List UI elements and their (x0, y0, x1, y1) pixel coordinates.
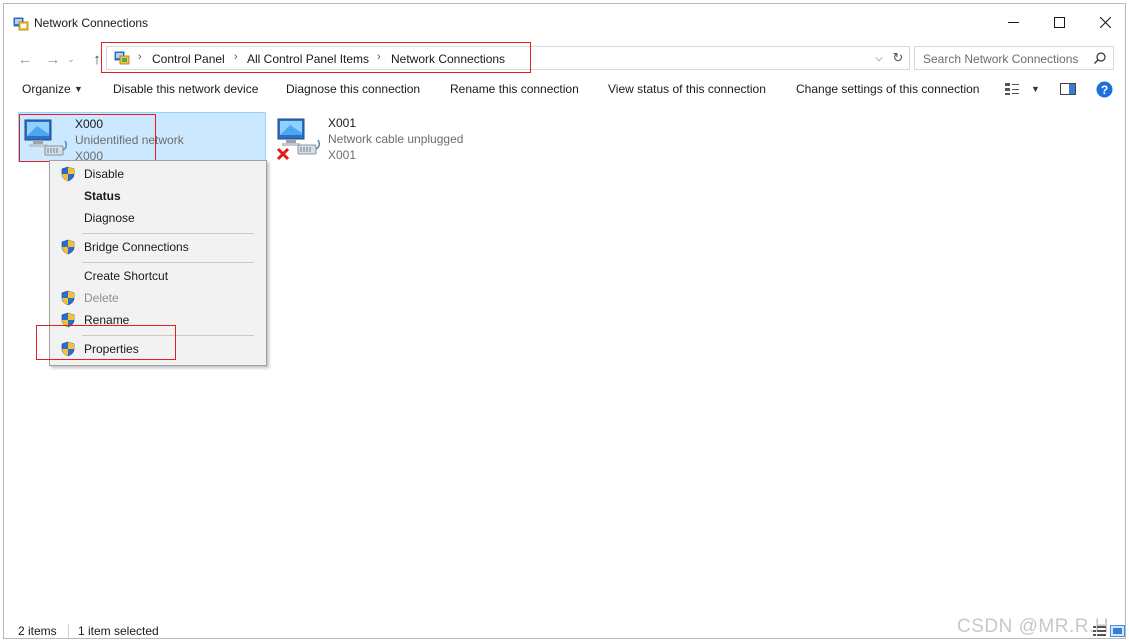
connection-device: X001 (328, 148, 357, 162)
uac-shield-icon (61, 341, 75, 357)
menu-item-diagnose[interactable]: Diagnose (52, 207, 264, 229)
connection-name: X000 (75, 117, 104, 131)
up-button[interactable]: ↑ (86, 48, 108, 70)
search-icon[interactable] (1093, 51, 1107, 65)
menu-item-label: Delete (84, 291, 119, 305)
up-arrow-icon: ↑ (93, 50, 101, 68)
refresh-icon[interactable]: ↻ (890, 50, 906, 66)
large-icons-view-icon (1110, 625, 1125, 637)
view-status-button[interactable]: View status of this connection (608, 82, 766, 96)
search-box[interactable] (914, 46, 1114, 70)
back-arrow-icon: ← (17, 50, 33, 68)
command-bar: Organize ▼ Disable this network device D… (4, 76, 1125, 102)
menu-item-label: Create Shortcut (84, 269, 169, 283)
breadcrumb-separator-icon: › (377, 51, 381, 63)
menu-item-label: Status (84, 189, 121, 203)
watermark: CSDN @MR.R.H (957, 616, 1109, 637)
menu-item-delete[interactable]: Delete (52, 287, 264, 309)
menu-item-properties[interactable]: Properties (52, 338, 264, 360)
connection-status: Network cable unplugged (328, 132, 464, 146)
menu-separator (82, 335, 254, 336)
explorer-window: Network Connections ← → ⌄ ↑ › Control Pa… (3, 3, 1126, 639)
organize-dropdown-icon[interactable]: ▼ (74, 84, 83, 94)
address-bar[interactable]: › Control Panel › All Control Panel Item… (106, 46, 910, 70)
forward-button[interactable]: → (42, 48, 64, 70)
uac-shield-icon (61, 312, 75, 328)
help-icon[interactable]: ? (1096, 81, 1113, 98)
menu-item-status[interactable]: Status (52, 185, 264, 207)
network-adapter-icon (24, 119, 68, 156)
address-dropdown-icon[interactable]: ⌵ (871, 50, 887, 66)
details-view-icon (1093, 626, 1106, 636)
breadcrumb-control-panel[interactable]: Control Panel (152, 52, 225, 66)
status-selected-count: 1 item selected (78, 624, 159, 638)
close-icon (1099, 16, 1111, 28)
forward-arrow-icon: → (45, 50, 61, 68)
context-menu: Disable Status Diagnose Bridge Connectio… (49, 160, 267, 366)
uac-shield-icon (61, 290, 75, 306)
back-button[interactable]: ← (14, 48, 36, 70)
menu-item-disable[interactable]: Disable (52, 163, 264, 185)
disconnected-x-icon (276, 147, 290, 161)
breadcrumb-all-items[interactable]: All Control Panel Items (247, 52, 369, 66)
connection-status: Unidentified network (75, 133, 184, 147)
connection-item-x001[interactable]: X001 Network cable unplugged X001 (272, 112, 520, 162)
menu-item-bridge-connections[interactable]: Bridge Connections (52, 236, 264, 258)
menu-item-label: Diagnose (84, 211, 135, 225)
maximize-button[interactable] (1036, 4, 1082, 40)
menu-item-create-shortcut[interactable]: Create Shortcut (52, 265, 264, 287)
control-panel-icon (114, 51, 130, 65)
close-button[interactable] (1082, 4, 1128, 40)
uac-shield-icon (61, 239, 75, 255)
connection-name: X001 (328, 116, 357, 130)
breadcrumb-network-connections[interactable]: Network Connections (391, 52, 505, 66)
chevron-down-icon: ⌄ (67, 53, 75, 64)
rename-connection-button[interactable]: Rename this connection (450, 82, 579, 96)
network-adapter-disconnected-icon (276, 118, 321, 161)
maximize-icon (1053, 16, 1065, 28)
menu-item-label: Rename (84, 313, 130, 327)
disable-device-button[interactable]: Disable this network device (113, 82, 258, 96)
layout-toggle-icons[interactable] (1092, 624, 1126, 638)
window-title: Network Connections (34, 16, 149, 30)
menu-item-label: Bridge Connections (84, 240, 189, 254)
menu-item-label: Properties (84, 342, 139, 356)
status-divider (68, 624, 69, 638)
recent-locations-button[interactable]: ⌄ (64, 48, 78, 70)
title-bar: Network Connections (4, 4, 1125, 40)
view-options-icon[interactable] (1004, 82, 1020, 96)
change-settings-button[interactable]: Change settings of this connection (796, 82, 979, 96)
diagnose-connection-button[interactable]: Diagnose this connection (286, 82, 420, 96)
uac-shield-icon (61, 166, 75, 182)
preview-pane-icon[interactable] (1060, 83, 1076, 95)
minimize-icon (1007, 21, 1019, 23)
svg-text:?: ? (1101, 83, 1108, 97)
view-dropdown-icon[interactable]: ▼ (1031, 84, 1040, 94)
menu-item-rename[interactable]: Rename (52, 309, 264, 331)
connection-item-x000[interactable]: X000 Unidentified network X000 (18, 112, 266, 163)
breadcrumb-separator-icon: › (234, 51, 238, 63)
status-item-count: 2 items (18, 624, 57, 638)
menu-separator (82, 233, 254, 234)
network-connections-icon (13, 17, 29, 31)
menu-item-label: Disable (84, 167, 125, 181)
search-input[interactable] (921, 50, 1091, 68)
organize-button[interactable]: Organize (22, 82, 71, 96)
minimize-button[interactable] (990, 4, 1036, 40)
breadcrumb-separator-icon: › (138, 51, 142, 63)
menu-separator (82, 262, 254, 263)
